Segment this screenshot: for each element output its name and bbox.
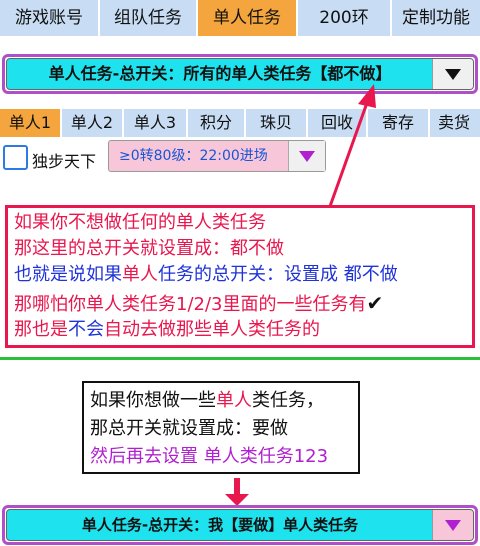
bottom-switch-dropdown[interactable]: 单人任务-总开关：我【要做】单人类任务 <box>6 509 474 541</box>
black-note-line1a: 如果你想做一些 <box>90 390 216 411</box>
red-note-line5b: 不会 <box>68 319 104 340</box>
black-note-line3a: 然后再去设置 <box>90 446 204 467</box>
arrow-up-icon <box>358 84 376 108</box>
check-icon: ✔ <box>366 291 384 315</box>
red-arrow-down-shaft <box>234 478 240 496</box>
black-note-line1: 如果你想做一些单人类任务， <box>90 388 324 414</box>
red-note-line3a: 也就是说如果 <box>14 264 122 285</box>
black-note-line1b: 单人 <box>216 390 252 411</box>
divider-line <box>0 357 480 360</box>
red-note-line5a: 那也是 <box>14 319 68 340</box>
red-note-line4: 那哪怕你单人类任务1/2/3里面的一些任务有✔ <box>14 291 383 317</box>
red-note-line3b: 单人 <box>122 264 158 285</box>
red-note-line1: 如果你不想做任何的单人类任务 <box>14 212 266 233</box>
black-note-line3b: 单人类任务123 <box>203 446 329 467</box>
dropdown-arrow[interactable] <box>432 510 473 540</box>
red-note-line5c: 自动去做那些单人类任务的 <box>104 319 320 340</box>
black-note-box: 如果你想做一些单人类任务， 那总开关就设置成：要做 然后再去设置 单人类任务12… <box>82 381 360 474</box>
red-note-line2: 那这里的总开关就设置成：都不做 <box>14 238 284 259</box>
red-note-line3: 也就是说如果单人任务的总开关：设置成 都不做 <box>14 263 398 287</box>
red-note-line5: 那也是不会自动去做那些单人类任务的 <box>14 318 320 342</box>
black-note-line3: 然后再去设置 单人类任务123 <box>90 444 328 470</box>
black-note-line2: 那总开关就设置成：要做 <box>90 418 288 439</box>
chevron-down-icon <box>445 520 461 531</box>
bottom-switch-value: 单人任务-总开关：我【要做】单人类任务 <box>81 516 359 534</box>
red-note-line3c: 任务的总开关：设置成 都不做 <box>158 264 398 285</box>
black-note-line1c: 类任务， <box>252 390 324 411</box>
red-note-box: 如果你不想做任何的单人类任务 那这里的总开关就设置成：都不做 也就是说如果单人任… <box>5 205 475 348</box>
red-note-line4a: 那哪怕你单人类任务1/2/3里面的一些任务有 <box>14 294 367 315</box>
